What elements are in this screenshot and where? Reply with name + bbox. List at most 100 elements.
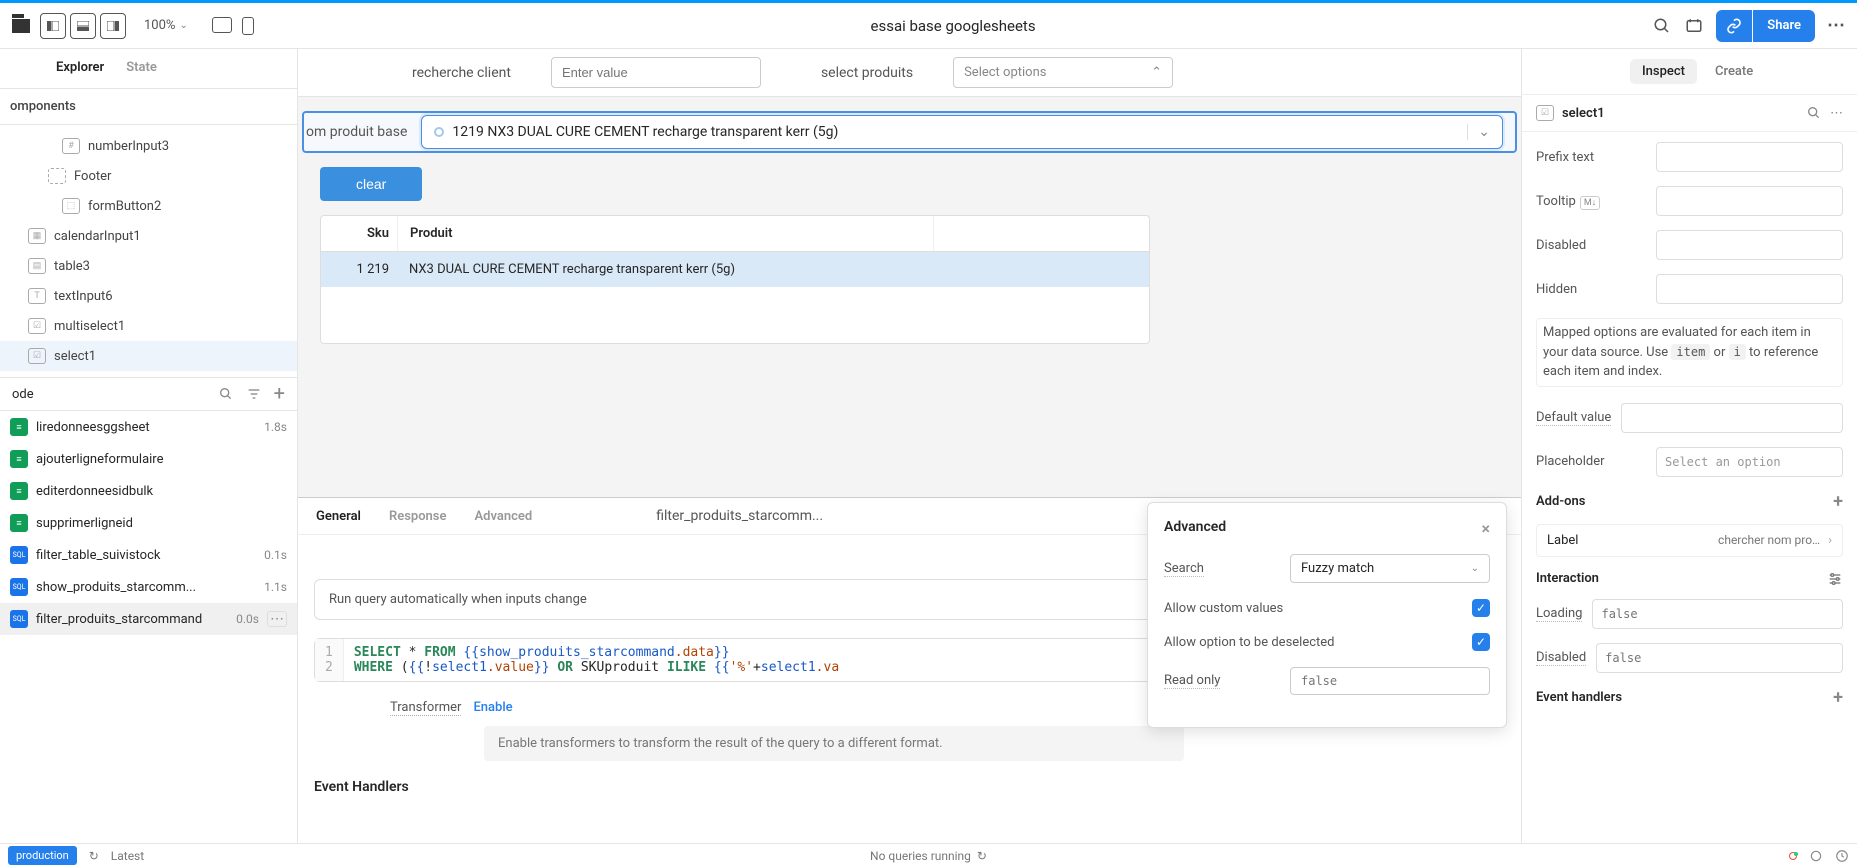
allow-custom-label: Allow custom values (1164, 601, 1283, 616)
allow-deselect-checkbox[interactable]: ✓ (1472, 633, 1490, 651)
component-tree: #numberInput3 Footer ⬚formButton2 ▦calen… (0, 125, 297, 377)
right-tab-create[interactable]: Create (1703, 59, 1765, 84)
tree-item-formbutton2[interactable]: ⬚formButton2 (0, 191, 297, 221)
add-event-handler-icon[interactable]: + (1833, 687, 1843, 708)
code-item[interactable]: ≡liredonneesggsheet1.8s (0, 411, 297, 443)
button-icon: ⬚ (62, 198, 80, 214)
desktop-device-icon[interactable] (212, 17, 232, 33)
share-button[interactable]: Share (1753, 10, 1815, 42)
default-value-label: Default value (1536, 410, 1611, 426)
advanced-popup-title: Advanced (1164, 519, 1226, 538)
code-item[interactable]: SQLfilter_produits_starcommand0.0s⋯ (0, 603, 297, 635)
topbar: 100% ⌄ essai base googlesheets Share ⋯ (0, 3, 1857, 49)
googlesheet-icon: ≡ (10, 514, 28, 532)
transformer-enable-button[interactable]: Enable (473, 700, 512, 716)
code-item[interactable]: ≡supprimerligneid (0, 507, 297, 539)
number-icon: # (62, 138, 80, 154)
layout-left-icon[interactable] (40, 13, 66, 39)
right-panel: Inspect Create ☑ select1 ⋯ Prefix text T… (1521, 49, 1857, 843)
placeholder-input[interactable] (1656, 447, 1843, 477)
code-item[interactable]: ≡editerdonneesidbulk (0, 475, 297, 507)
query-tab-general[interactable]: General (316, 509, 361, 524)
clear-button[interactable]: clear (320, 167, 422, 201)
tree-item-table3[interactable]: ▤table3 (0, 251, 297, 281)
code-item[interactable]: ≡ajouterligneformulaire (0, 443, 297, 475)
interaction-section-title: Interaction (1536, 571, 1599, 586)
mobile-device-icon[interactable] (242, 17, 254, 35)
tree-item-footer[interactable]: Footer (0, 161, 297, 191)
mapped-options-hint: Mapped options are evaluated for each it… (1536, 318, 1843, 387)
loading-input[interactable] (1592, 599, 1843, 629)
debug-icon[interactable] (1809, 849, 1823, 863)
googlesheet-icon: ≡ (10, 418, 28, 436)
readonly-input[interactable] (1290, 667, 1490, 695)
disabled2-input[interactable] (1596, 643, 1843, 673)
allow-deselect-label: Allow option to be deselected (1164, 635, 1335, 650)
interaction-settings-icon[interactable] (1827, 571, 1843, 587)
tooltip-input[interactable] (1656, 186, 1843, 216)
code-item[interactable]: SQLshow_produits_starcomm...1.1s (0, 571, 297, 603)
add-code-icon[interactable]: + (274, 386, 285, 402)
search-property-icon[interactable] (1806, 105, 1822, 121)
latest-label[interactable]: Latest (111, 849, 144, 863)
components-header: omponents (0, 89, 297, 125)
queries-status: No queries running (870, 849, 971, 863)
tree-item-numberinput3[interactable]: #numberInput3 (0, 131, 297, 161)
right-tab-inspect[interactable]: Inspect (1630, 59, 1697, 84)
table-header-produit[interactable]: Produit (397, 216, 933, 251)
select-icon: ☑ (1536, 105, 1554, 121)
googlesheet-icon: ≡ (10, 482, 28, 500)
tooltip-label: TooltipM↓ (1536, 194, 1646, 209)
disabled-input[interactable] (1656, 230, 1843, 260)
product-select-row: om produit base 1219 NX3 DUAL CURE CEMEN… (302, 111, 1517, 153)
more-property-icon[interactable]: ⋯ (1830, 106, 1843, 121)
layout-bottom-icon[interactable] (70, 13, 96, 39)
tab-state[interactable]: State (126, 60, 157, 85)
chevron-down-icon: ⌄ (1471, 563, 1479, 574)
select-produits-dropdown[interactable]: Select options⌃ (953, 57, 1173, 88)
tree-item-textinput6[interactable]: TtextInput6 (0, 281, 297, 311)
default-value-input[interactable] (1621, 403, 1843, 433)
share-link-button[interactable] (1716, 10, 1752, 42)
query-tab-response[interactable]: Response (389, 509, 447, 524)
releases-icon[interactable] (1684, 16, 1704, 36)
hidden-input[interactable] (1656, 274, 1843, 304)
more-menu-icon[interactable]: ⋯ (1827, 15, 1845, 36)
code-item[interactable]: SQLfilter_table_suivistock0.1s (0, 539, 297, 571)
layout-right-icon[interactable] (100, 13, 126, 39)
table-row[interactable]: 1 219 NX3 DUAL CURE CEMENT recharge tran… (321, 252, 1149, 287)
zoom-dropdown[interactable]: 100% ⌄ (144, 18, 188, 33)
history-icon[interactable] (1835, 849, 1849, 863)
prefix-text-input[interactable] (1656, 142, 1843, 172)
code-item-more-icon[interactable]: ⋯ (267, 611, 287, 627)
search-icon[interactable] (1652, 16, 1672, 36)
left-panel: Explorer State omponents #numberInput3 F… (0, 49, 298, 843)
table-header-extra (933, 216, 1149, 251)
transformer-hint: Enable transformers to transform the res… (484, 726, 1184, 761)
filter-code-icon[interactable] (246, 386, 262, 402)
tree-item-select1[interactable]: ☑select1 (0, 341, 297, 371)
add-addon-icon[interactable]: + (1833, 491, 1843, 512)
table-header-sku[interactable]: Sku (321, 216, 397, 251)
placeholder-label: Placeholder (1536, 454, 1646, 469)
multiselect-icon: ☑ (28, 318, 46, 334)
search-code-icon[interactable] (218, 386, 234, 402)
chevron-down-icon: ⌄ (1467, 124, 1490, 140)
tree-item-multiselect1[interactable]: ☑multiselect1 (0, 311, 297, 341)
query-name: filter_produits_starcomm... (656, 508, 823, 524)
addon-label-row[interactable]: Label chercher nom pro…› (1536, 524, 1843, 557)
recherche-client-input[interactable] (551, 57, 761, 88)
tree-item-calendarinput1[interactable]: ▦calendarInput1 (0, 221, 297, 251)
refresh-queries-icon[interactable]: ↻ (977, 849, 987, 863)
close-icon[interactable]: × (1482, 519, 1491, 538)
status-indicator-icon[interactable] (1789, 852, 1797, 860)
refresh-icon[interactable]: ↻ (89, 849, 99, 863)
allow-custom-checkbox[interactable]: ✓ (1472, 599, 1490, 617)
search-mode-select[interactable]: Fuzzy match⌄ (1290, 554, 1490, 583)
tab-explorer[interactable]: Explorer (56, 60, 104, 85)
product-select-input[interactable]: 1219 NX3 DUAL CURE CEMENT recharge trans… (421, 115, 1503, 149)
loading-label: Loading (1536, 606, 1582, 622)
app-logo[interactable] (12, 19, 30, 33)
env-badge[interactable]: production (8, 846, 77, 865)
query-tab-advanced[interactable]: Advanced (475, 509, 533, 524)
